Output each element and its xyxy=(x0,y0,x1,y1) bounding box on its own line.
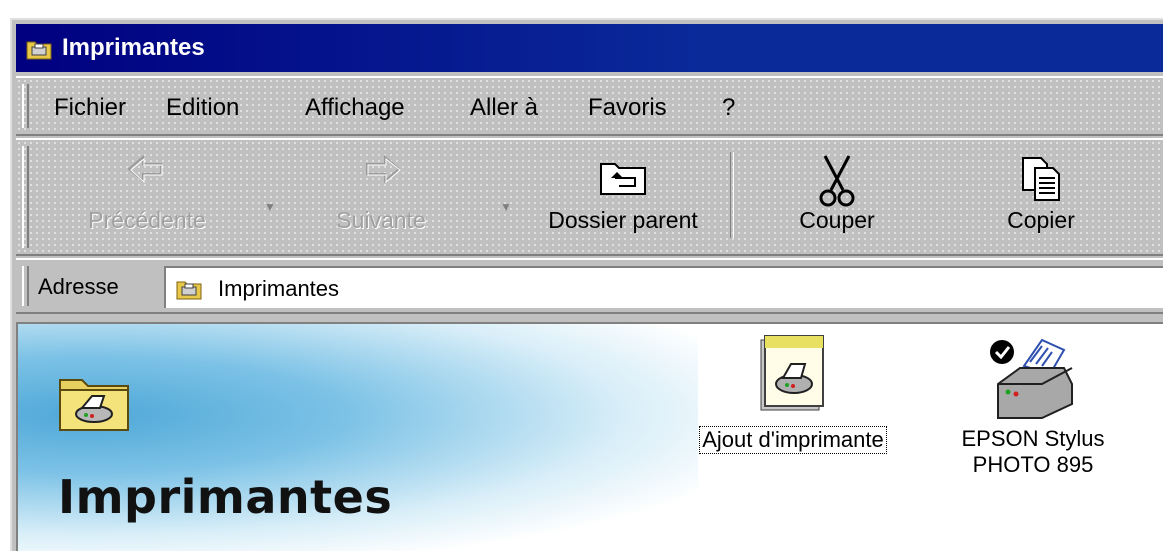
title-bar[interactable]: Imprimantes xyxy=(16,24,1163,72)
menu-aller-a[interactable]: Aller à xyxy=(470,94,538,122)
forward-dropdown-arrow[interactable]: ▼ xyxy=(500,200,512,214)
explorer-window: Imprimantes Fichier Edition Affichage Al… xyxy=(10,18,1163,551)
parent-folder-button[interactable]: Dossier parent xyxy=(520,140,726,250)
banner-title: Imprimantes xyxy=(58,470,393,524)
back-dropdown-arrow[interactable]: ▼ xyxy=(264,200,276,214)
toolbar-grip[interactable] xyxy=(22,146,29,248)
forward-button[interactable]: Suivante xyxy=(286,140,476,250)
address-label: Adresse xyxy=(38,274,119,299)
copy-button[interactable]: Copier xyxy=(956,140,1126,250)
toolbar-separator xyxy=(730,152,734,238)
parent-folder-label: Dossier parent xyxy=(548,207,698,233)
back-button[interactable]: Précédente xyxy=(52,140,242,250)
epson-printer-label-line2: PHOTO 895 xyxy=(972,452,1094,477)
menu-bar: Fichier Edition Affichage Aller à Favori… xyxy=(16,76,1163,136)
menu-edition[interactable]: Edition xyxy=(166,94,239,122)
webview-banner: Imprimantes xyxy=(18,324,698,551)
add-printer-icon xyxy=(760,335,824,411)
menu-bar-grip[interactable] xyxy=(22,84,29,128)
folder-up-icon xyxy=(600,163,646,195)
cut-label: Couper xyxy=(799,207,875,233)
copy-label: Copier xyxy=(1007,207,1075,233)
printers-folder-large-icon xyxy=(59,379,129,431)
printers-folder-icon xyxy=(26,41,52,60)
address-field[interactable]: Imprimantes xyxy=(164,266,1163,308)
printers-folder-icon xyxy=(176,281,202,300)
standard-toolbar: Précédente ▼ Suivante ▼ Dossier parent C… xyxy=(16,138,1163,256)
address-bar-grip[interactable] xyxy=(22,266,29,306)
forward-arrow-icon xyxy=(366,154,401,184)
menu-fichier[interactable]: Fichier xyxy=(54,94,126,122)
forward-label: Suivante xyxy=(336,207,426,233)
back-arrow-icon xyxy=(127,154,163,184)
epson-printer-item[interactable]: EPSON Stylus PHOTO 895 xyxy=(938,334,1128,478)
menu-affichage[interactable]: Affichage xyxy=(305,94,405,122)
add-printer-item[interactable]: Ajout d'imprimante xyxy=(668,334,918,454)
add-printer-label: Ajout d'imprimante xyxy=(699,426,887,454)
default-printer-icon xyxy=(990,338,1073,419)
epson-printer-label-line1: EPSON Stylus xyxy=(961,426,1105,451)
menu-favoris[interactable]: Favoris xyxy=(588,94,667,122)
menu-help[interactable]: ? xyxy=(722,94,735,122)
cut-button[interactable]: Couper xyxy=(752,140,922,250)
folder-view[interactable]: Imprimantes Ajout d'imprimante EPSON Sty… xyxy=(16,322,1163,551)
address-bar: Adresse Imprimantes xyxy=(16,258,1163,314)
copy-icon xyxy=(1022,157,1060,201)
scissors-icon xyxy=(819,155,855,207)
address-value: Imprimantes xyxy=(218,276,340,301)
back-label: Précédente xyxy=(88,207,206,233)
window-title: Imprimantes xyxy=(62,34,205,61)
